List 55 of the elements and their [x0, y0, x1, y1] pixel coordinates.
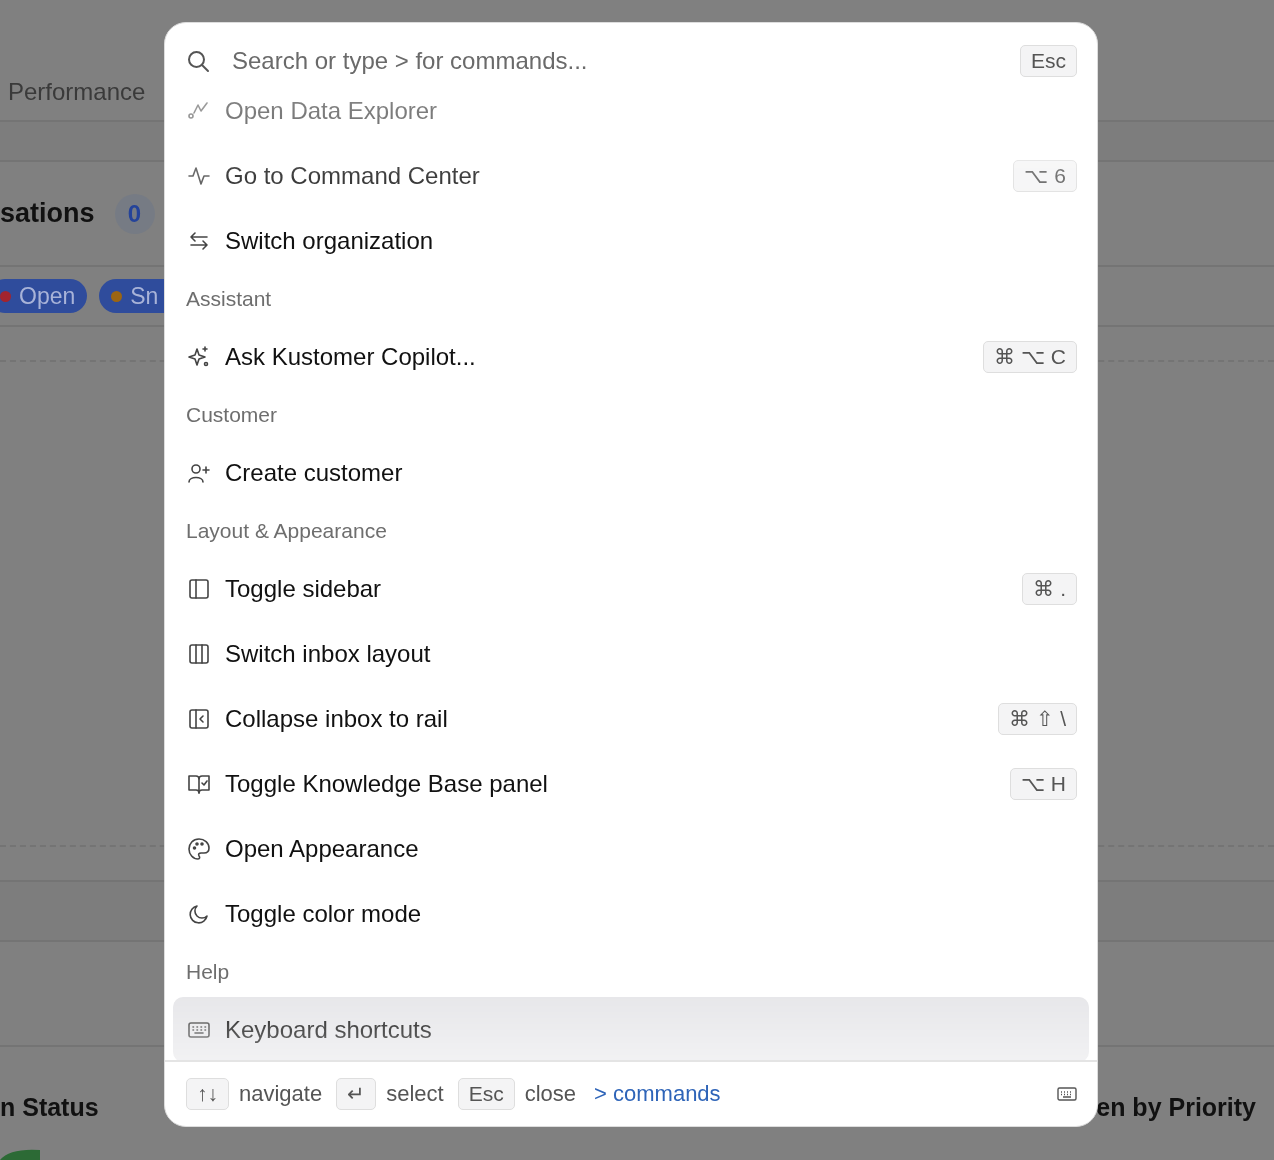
command-label: Create customer — [225, 458, 404, 487]
search-icon — [186, 49, 210, 73]
command-label: Toggle Knowledge Base panel — [225, 769, 549, 798]
hint-label: close — [524, 1081, 577, 1107]
shortcut-hint: ⌘ ⇧ \ — [998, 702, 1077, 735]
group-heading: Help — [185, 958, 231, 985]
command-item[interactable]: Ask Kustomer Copilot... ⌘ ⌥ C — [173, 324, 1089, 389]
status-label: Sn — [130, 282, 159, 310]
command-label: Ask Kustomer Copilot... — [225, 342, 477, 371]
chart-title: n Status — [0, 1093, 99, 1122]
section-title: sations — [0, 198, 95, 229]
command-label: Go to Command Center — [225, 161, 481, 190]
command-label: Switch inbox layout — [225, 639, 432, 668]
command-label: Toggle color mode — [225, 899, 423, 928]
command-item[interactable]: Go to Command Center ⌥ 6 — [173, 143, 1089, 208]
sidebar-icon — [187, 576, 211, 601]
shortcut-hint: ⌥ 6 — [1013, 159, 1077, 192]
command-item[interactable]: Keyboard shortcuts — [173, 997, 1089, 1060]
chart-title: en by Priority — [1096, 1093, 1256, 1122]
keyboard-icon[interactable] — [1057, 1086, 1077, 1102]
palette-icon — [187, 836, 211, 861]
status-label: Open — [19, 282, 76, 310]
hint-label: select — [386, 1081, 444, 1107]
command-item[interactable]: Toggle sidebar ⌘ . — [173, 556, 1089, 621]
command-item[interactable]: Open Appearance — [173, 816, 1089, 881]
sparkle-icon — [187, 344, 211, 369]
command-label: Open Data Explorer — [225, 97, 439, 125]
group-heading: Layout & Appearance — [185, 517, 388, 544]
key-hint: ↵ — [336, 1078, 377, 1110]
command-label: Collapse inbox to rail — [225, 704, 449, 733]
collapse-icon — [187, 706, 211, 731]
count-badge: 0 — [114, 193, 155, 234]
shortcut-hint: ⌘ ⌥ C — [983, 340, 1077, 373]
command-label: Keyboard shortcuts — [225, 1015, 433, 1044]
command-label: Toggle sidebar — [225, 574, 383, 603]
command-item[interactable]: Toggle color mode — [173, 881, 1089, 946]
escape-key-hint[interactable]: Esc — [1020, 45, 1077, 77]
key-hint: ↑↓ — [186, 1078, 229, 1110]
command-label: Open Appearance — [225, 834, 420, 863]
command-item[interactable]: Collapse inbox to rail ⌘ ⇧ \ — [173, 686, 1089, 751]
command-item[interactable]: Toggle Knowledge Base panel ⌥ H — [173, 751, 1089, 816]
columns-icon — [187, 641, 211, 666]
group-heading: Customer — [185, 401, 279, 428]
search-field[interactable]: Search or type > for commands... — [232, 47, 998, 75]
command-item[interactable]: Open Data Explorer — [173, 93, 1089, 143]
status-pill[interactable]: Open — [0, 279, 88, 313]
command-item[interactable]: Create customer — [173, 440, 1089, 505]
command-item[interactable]: Switch inbox layout — [173, 621, 1089, 686]
command-item[interactable]: Switch organization — [173, 208, 1089, 273]
hint-label: navigate — [239, 1081, 323, 1107]
key-hint: Esc — [457, 1078, 515, 1110]
command-label: Switch organization — [225, 226, 435, 255]
shortcut-hint: ⌥ H — [1010, 767, 1077, 800]
commands-link[interactable]: > commands — [594, 1081, 721, 1107]
shortcut-hint: ⌘ . — [1022, 572, 1077, 605]
